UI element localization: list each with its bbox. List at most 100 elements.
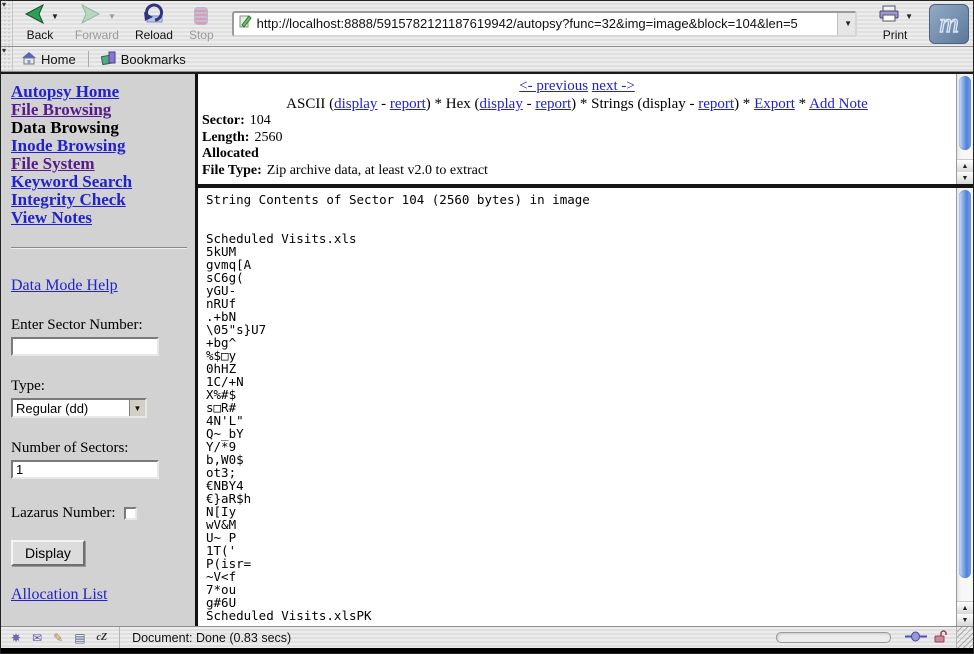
sector-number-label: Enter Sector Number:	[11, 317, 185, 334]
navigation-toolbar: ▼ Back ▼ Forward	[1, 1, 973, 47]
mode-link[interactable]: display	[334, 96, 377, 112]
composer-icon[interactable]: ✎	[53, 632, 63, 644]
content-header-frame: <- previous next -> ASCII (display - rep…	[198, 74, 973, 184]
type-label: Type:	[11, 378, 185, 395]
bookmarks-button-label: Bookmarks	[121, 52, 186, 67]
header-frame-scrollbar[interactable]: ▲ ▼	[956, 74, 973, 184]
component-bar: ✸ ✉ ✎ ▤ cZ	[1, 627, 120, 648]
frameset: Autopsy HomeFile BrowsingData BrowsingIn…	[1, 72, 973, 626]
sector-number-input[interactable]	[11, 337, 159, 356]
mode-link[interactable]: Export	[754, 96, 795, 112]
content-area: <- previous next -> ASCII (display - rep…	[198, 74, 973, 626]
allocation-list-link[interactable]: Allocation List	[11, 586, 185, 604]
lazarus-number-label: Lazarus Number:	[11, 505, 116, 522]
stop-icon	[194, 7, 208, 25]
mode-link[interactable]: display	[479, 96, 522, 112]
sidebar-item-keyword-search[interactable]: Keyword Search	[11, 173, 185, 191]
mode-link[interactable]: report	[390, 96, 426, 112]
scroll-up-arrow-icon[interactable]: ▲	[957, 160, 973, 172]
previous-link[interactable]: <- previous	[519, 78, 588, 94]
scrollbar-thumb[interactable]	[959, 190, 971, 578]
display-button[interactable]: Display	[11, 540, 85, 566]
allocated-label: Allocated	[202, 146, 259, 161]
sector-value: 104	[250, 113, 271, 128]
home-button-label: Home	[41, 52, 76, 67]
length-label: Length:	[202, 130, 249, 145]
personal-toolbar: Home Bookmarks	[1, 47, 973, 72]
sidebar-item-file-system[interactable]: File System	[11, 155, 185, 173]
navigator-icon[interactable]: ✸	[11, 632, 21, 644]
mail-icon[interactable]: ✉	[32, 632, 42, 644]
filetype-info-line: File Type:Zip archive data, at least v2.…	[198, 163, 956, 180]
online-plug-icon[interactable]	[905, 631, 927, 645]
status-text: Document: Done (0.83 secs)	[120, 631, 291, 645]
string-contents: String Contents of Sector 104 (2560 byte…	[198, 188, 956, 626]
forward-button-label: Forward	[75, 28, 119, 42]
progress-bar	[776, 632, 891, 643]
print-dropdown-arrow-icon[interactable]: ▼	[905, 12, 913, 21]
print-button[interactable]: ▼ Print	[871, 3, 919, 44]
scroll-up-arrow-icon[interactable]: ▲	[957, 602, 973, 614]
mode-link[interactable]: report	[535, 96, 571, 112]
sidebar: Autopsy HomeFile BrowsingData BrowsingIn…	[1, 74, 198, 626]
lazarus-checkbox[interactable]	[124, 507, 137, 520]
scrollbar-thumb[interactable]	[959, 76, 971, 150]
sidebar-divider	[11, 247, 187, 249]
sidebar-item-inode-browsing[interactable]: Inode Browsing	[11, 137, 185, 155]
length-info-line: Length: 2560	[198, 130, 956, 147]
sidebar-item-data-browsing: Data Browsing	[11, 119, 185, 137]
mode-text: -	[377, 96, 390, 112]
security-lock-icon[interactable]	[933, 629, 948, 646]
svg-text:m: m	[939, 8, 959, 38]
mode-text: ) * Hex (	[426, 96, 480, 112]
sector-count-input[interactable]	[11, 460, 159, 479]
reload-button[interactable]: Reload	[129, 3, 179, 44]
stop-button-label: Stop	[189, 28, 214, 42]
url-dropdown-button[interactable]: ▼	[837, 13, 855, 35]
mode-text: ASCII (	[286, 96, 334, 112]
mode-text: -	[523, 96, 536, 112]
strings-content-frame: String Contents of Sector 104 (2560 byte…	[198, 188, 973, 626]
sidebar-item-integrity-check[interactable]: Integrity Check	[11, 191, 185, 209]
sidebar-item-autopsy-home[interactable]: Autopsy Home	[11, 83, 185, 101]
window-bottom-edge	[1, 648, 973, 653]
mode-link[interactable]: Add Note	[809, 96, 868, 112]
filetype-value: Zip archive data, at least v2.0 to extra…	[267, 163, 488, 178]
sidebar-item-file-browsing[interactable]: File Browsing	[11, 101, 185, 119]
back-dropdown-arrow-icon[interactable]: ▼	[51, 12, 59, 21]
data-mode-help-link[interactable]: Data Mode Help	[11, 277, 185, 295]
mozilla-logo[interactable]: m	[929, 4, 969, 44]
mode-text: ) *	[734, 96, 754, 112]
toolbar-separator	[88, 51, 89, 67]
type-select[interactable]: Regular (dd) ▼	[11, 398, 147, 418]
toolbar-collapse-grippy[interactable]	[1, 1, 13, 46]
length-value: 2560	[254, 130, 282, 145]
bookmarks-icon	[101, 51, 117, 68]
scroll-down-arrow-icon[interactable]: ▼	[957, 172, 973, 184]
back-button[interactable]: ▼ Back	[15, 3, 65, 44]
print-button-label: Print	[883, 28, 908, 42]
back-icon	[21, 3, 47, 30]
reload-icon	[142, 3, 166, 29]
chevron-down-icon: ▼	[129, 400, 145, 416]
home-button[interactable]: Home	[13, 51, 84, 68]
url-page-icon[interactable]	[238, 14, 253, 34]
home-icon	[21, 51, 37, 68]
sector-count-label: Number of Sectors:	[11, 440, 185, 457]
url-input[interactable]	[253, 16, 837, 31]
next-link[interactable]: next ->	[592, 78, 635, 94]
address-book-icon[interactable]: ▤	[74, 632, 85, 644]
sector-label: Sector:	[202, 113, 245, 128]
sidebar-item-view-notes[interactable]: View Notes	[11, 209, 185, 227]
mode-link[interactable]: report	[698, 96, 734, 112]
sidebar-nav: Autopsy HomeFile BrowsingData BrowsingIn…	[11, 83, 185, 227]
chatzilla-icon[interactable]: cZ	[97, 632, 108, 643]
print-icon	[877, 4, 901, 28]
bookmarks-button[interactable]: Bookmarks	[93, 51, 194, 68]
personal-toolbar-collapse-grippy[interactable]	[1, 47, 13, 71]
mode-line: ASCII (display - report) * Hex (display …	[198, 95, 956, 113]
content-frame-scrollbar[interactable]: ▲ ▼	[956, 188, 973, 626]
stop-button: Stop	[183, 3, 220, 44]
scroll-down-arrow-icon[interactable]: ▼	[957, 614, 973, 626]
window-resize-grip[interactable]	[956, 627, 973, 648]
